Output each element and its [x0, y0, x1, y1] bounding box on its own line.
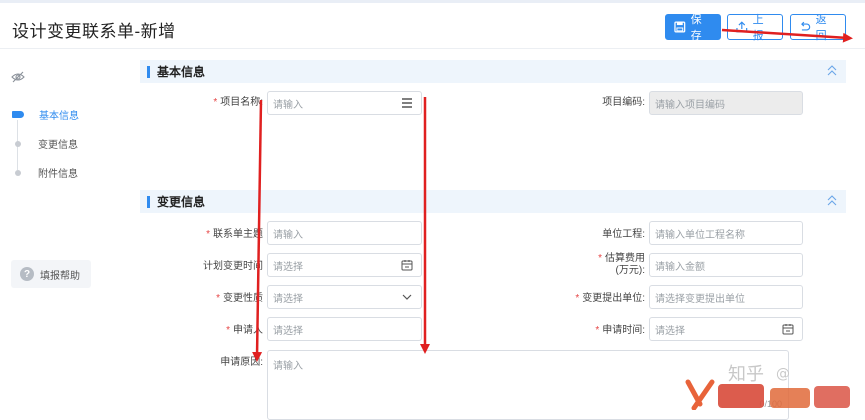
zhihu-watermark: 知乎 @: [685, 364, 850, 410]
svg-text:@: @: [776, 366, 790, 382]
svg-text:知乎: 知乎: [728, 364, 764, 385]
annotation-arrow-right: [252, 28, 853, 362]
